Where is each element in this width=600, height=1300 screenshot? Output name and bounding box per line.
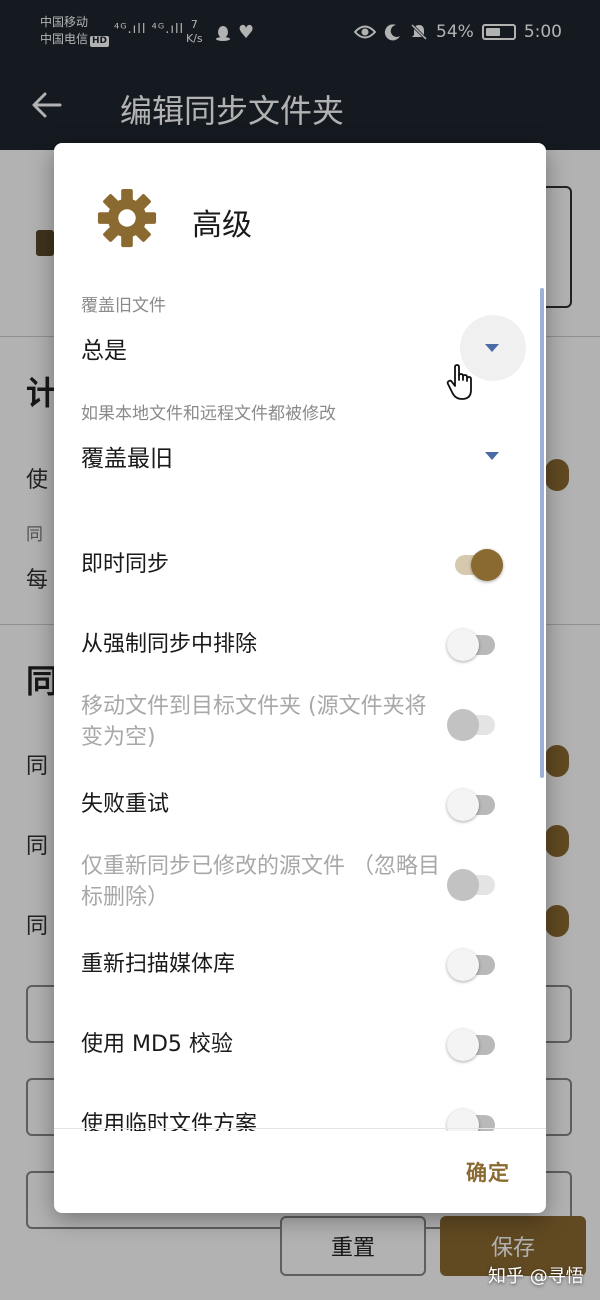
scrollbar[interactable] — [540, 288, 544, 778]
toggle-thumb — [447, 869, 479, 901]
conflict-select[interactable]: 覆盖最旧 — [81, 439, 173, 473]
toggle-switch[interactable] — [447, 786, 503, 824]
toggle-row[interactable]: 使用临时文件方案 — [54, 1085, 546, 1131]
toggle-row[interactable]: 即时同步 — [54, 525, 546, 605]
conflict-label: 如果本地文件和远程文件都被修改 — [81, 404, 336, 424]
ok-button[interactable]: 确定 — [466, 1157, 510, 1187]
toggle-label: 使用 MD5 校验 — [81, 1032, 233, 1057]
toggle-label: 从强制同步中排除 — [81, 632, 258, 657]
toggle-row[interactable]: 使用 MD5 校验 — [54, 1005, 546, 1085]
overwrite-select[interactable]: 总是 — [81, 331, 127, 365]
dialog-header: 高级 — [54, 143, 546, 293]
hand-cursor-icon — [446, 364, 472, 400]
watermark: 知乎 @寻悟 — [488, 1266, 584, 1287]
toggle-thumb — [447, 949, 479, 981]
toggle-switch[interactable] — [447, 946, 503, 984]
toggle-thumb — [447, 1029, 479, 1061]
toggle-label: 移动文件到目标文件夹 (源文件夹将变为空) — [81, 694, 427, 750]
toggle-label: 重新扫描媒体库 — [81, 952, 236, 977]
toggle-thumb — [471, 549, 503, 581]
toggle-switch[interactable] — [447, 546, 503, 584]
toggle-switch — [447, 866, 503, 904]
toggle-thumb — [447, 789, 479, 821]
dialog-footer: 确定 — [54, 1128, 546, 1213]
toggle-thumb — [447, 709, 479, 741]
advanced-dialog: 高级 覆盖旧文件 总是 如果本地文件和远程文件都被修改 覆盖最旧 即时同步从强制… — [54, 143, 546, 1213]
toggle-row[interactable]: 重新扫描媒体库 — [54, 925, 546, 1005]
toggle-label: 失败重试 — [81, 792, 170, 817]
toggle-row: 仅重新同步已修改的源文件 （忽略目标删除） — [54, 845, 546, 925]
toggle-label: 即时同步 — [81, 552, 170, 577]
dropdown-arrow-icon[interactable] — [484, 343, 500, 353]
toggle-row: 移动文件到目标文件夹 (源文件夹将变为空) — [54, 685, 546, 765]
toggle-switch[interactable] — [447, 626, 503, 664]
toggle-switch — [447, 706, 503, 744]
toggle-label: 仅重新同步已修改的源文件 （忽略目标删除） — [81, 854, 440, 910]
toggle-row[interactable]: 失败重试 — [54, 765, 546, 845]
dialog-content[interactable]: 覆盖旧文件 总是 如果本地文件和远程文件都被修改 覆盖最旧 即时同步从强制同步中… — [54, 285, 546, 1131]
toggle-row[interactable]: 从强制同步中排除 — [54, 605, 546, 685]
toggle-switch[interactable] — [447, 1026, 503, 1064]
toggle-thumb — [447, 629, 479, 661]
dropdown-arrow-icon[interactable] — [484, 451, 500, 461]
dialog-title: 高级 — [192, 208, 252, 243]
overwrite-label: 覆盖旧文件 — [81, 296, 166, 316]
gear-icon — [97, 188, 157, 248]
